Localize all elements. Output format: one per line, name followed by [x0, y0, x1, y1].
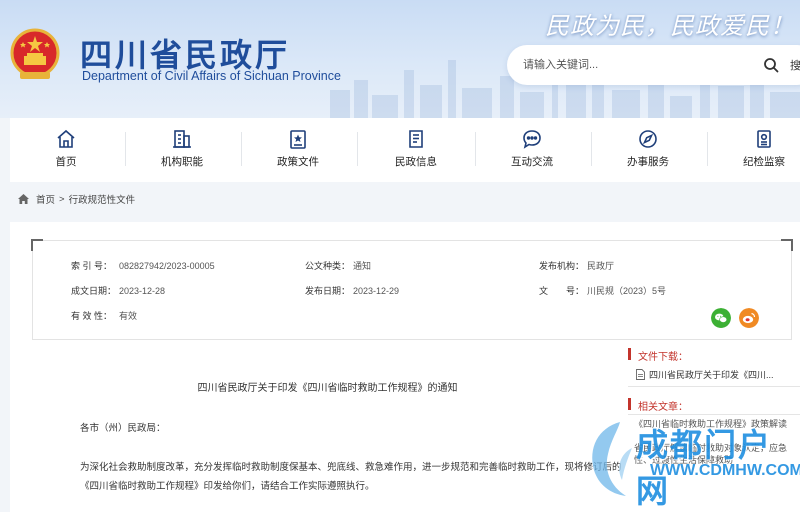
meta-label: 发布机构：	[539, 261, 585, 271]
nav-divider	[707, 132, 708, 166]
search-input[interactable]	[521, 53, 741, 77]
meta-label: 公文种类：	[305, 261, 351, 271]
meta-label: 成文日期：	[71, 286, 117, 296]
nav-item-label: 办事服务	[627, 156, 669, 168]
meta-label: 文 号：	[539, 286, 585, 296]
document-paragraph-text: 为深化社会救助制度改革，充分发挥临时救助制度保基本、兜底线、救急难作用，进一步规…	[80, 462, 622, 492]
building-icon	[173, 130, 191, 148]
meta-value: 有效	[119, 311, 138, 321]
slogan: 民政为民，民政爱民！	[545, 12, 795, 40]
sidebar-divider	[628, 386, 800, 387]
nav-item-home[interactable]: 首页	[16, 118, 116, 182]
weibo-share-icon[interactable]	[739, 308, 759, 328]
meta-value: 2023-12-28	[119, 286, 166, 296]
meta-label: 索 引 号：	[71, 261, 113, 271]
meta-value: 川民规（2023）5号	[587, 286, 667, 296]
nav-item-label: 纪检监察	[743, 156, 785, 168]
nav-item-info[interactable]: 民政信息	[366, 118, 466, 182]
nav-item-interaction[interactable]: 互动交流	[482, 118, 582, 182]
nav-divider	[475, 132, 476, 166]
nav-item-label: 民政信息	[395, 156, 437, 168]
main-nav: 首页 机构职能 政策文件 民政信息 互动交流 办事服务 纪检监察	[10, 118, 800, 182]
national-emblem-logo	[10, 28, 60, 79]
related-article-link[interactable]: 《四川省临时救助工作规程》政策解读	[634, 418, 800, 430]
home-icon	[57, 129, 75, 148]
document-sidebar: 文件下载： 四川省民政厅关于印发《四川... 相关文章： 《四川省临时救助工作规…	[628, 348, 800, 502]
nav-item-service[interactable]: 办事服务	[598, 118, 698, 182]
nav-item-label: 首页	[55, 156, 77, 168]
document-star-icon	[290, 130, 306, 149]
meta-doc-no: 文 号： 川民规（2023）5号	[539, 284, 666, 297]
related-heading: 相关文章：	[628, 398, 688, 413]
nav-item-label: 机构职能	[161, 156, 203, 168]
nav-item-label: 互动交流	[511, 156, 553, 168]
breadcrumb-home-link[interactable]: 首页	[36, 192, 55, 206]
search-box: 搜	[507, 45, 800, 85]
site-subtitle: Department of Civil Affairs of Sichuan P…	[82, 69, 341, 83]
home-icon	[18, 194, 29, 204]
wechat-share-icon[interactable]	[711, 308, 731, 328]
nav-divider	[591, 132, 592, 166]
sidebar-divider	[628, 414, 800, 415]
site-header: 四川省民政厅 Department of Civil Affairs of Si…	[0, 0, 800, 118]
breadcrumb: 首页 > 行政规范性文件	[17, 191, 135, 207]
nav-divider	[125, 132, 126, 166]
corner-bracket-left	[31, 239, 43, 251]
nav-divider	[241, 132, 242, 166]
meta-index-no: 索 引 号： 082827942/2023-00005	[71, 259, 215, 272]
search-icon[interactable]	[763, 57, 779, 73]
document-info-panel: 索 引 号： 082827942/2023-00005 公文种类： 通知 发布机构：…	[31, 239, 793, 340]
download-file-link[interactable]: 四川省民政厅关于印发《四川...	[636, 368, 774, 381]
meta-published-date: 发布日期： 2023-12-29	[305, 284, 399, 297]
meta-doc-type: 公文种类： 通知	[305, 259, 371, 272]
meta-created-date: 成文日期： 2023-12-28	[71, 284, 165, 297]
meta-value: 2023-12-29	[353, 286, 400, 296]
corner-bracket-right	[781, 239, 793, 251]
meta-value: 民政厅	[587, 261, 615, 271]
chat-icon	[523, 130, 541, 149]
document-salutation: 各市（州）民政局：	[80, 423, 166, 434]
nav-item-label: 政策文件	[277, 156, 319, 168]
downloads-heading: 文件下载：	[628, 348, 688, 363]
document-title: 四川省民政厅关于印发《四川省临时救助工作规程》的通知	[197, 383, 458, 394]
meta-label: 发布日期：	[305, 286, 351, 296]
nav-divider	[357, 132, 358, 166]
breadcrumb-separator: >	[59, 193, 65, 205]
meta-issuer: 发布机构： 民政厅	[539, 259, 614, 272]
inspection-icon	[757, 130, 771, 148]
search-button[interactable]: 搜	[790, 57, 800, 73]
download-file-name: 四川省民政厅关于印发《四川...	[649, 370, 774, 380]
compass-icon	[639, 130, 657, 148]
file-icon	[636, 369, 645, 380]
document-paragraph: 为深化社会救助制度改革，充分发挥临时救助制度保基本、兜底线、救急难作用，进一步规…	[80, 458, 640, 496]
nav-item-inspection[interactable]: 纪检监察	[714, 118, 800, 182]
meta-validity: 有 效 性： 有效	[71, 309, 137, 322]
breadcrumb-current-link[interactable]: 行政规范性文件	[69, 192, 136, 206]
nav-item-institution[interactable]: 机构职能	[132, 118, 232, 182]
meta-value: 通知	[353, 261, 372, 271]
news-icon	[409, 130, 423, 148]
related-article-link[interactable]: 省民政厅解读临时救助对象认定，应急性、过渡性生活保障救助	[634, 442, 800, 466]
meta-value: 082827942/2023-00005	[119, 261, 215, 271]
meta-label: 有 效 性：	[71, 311, 113, 321]
document-body: 四川省民政厅关于印发《四川省临时救助工作规程》的通知 各市（州）民政局： 为深化…	[40, 348, 622, 502]
nav-item-policy[interactable]: 政策文件	[248, 118, 348, 182]
